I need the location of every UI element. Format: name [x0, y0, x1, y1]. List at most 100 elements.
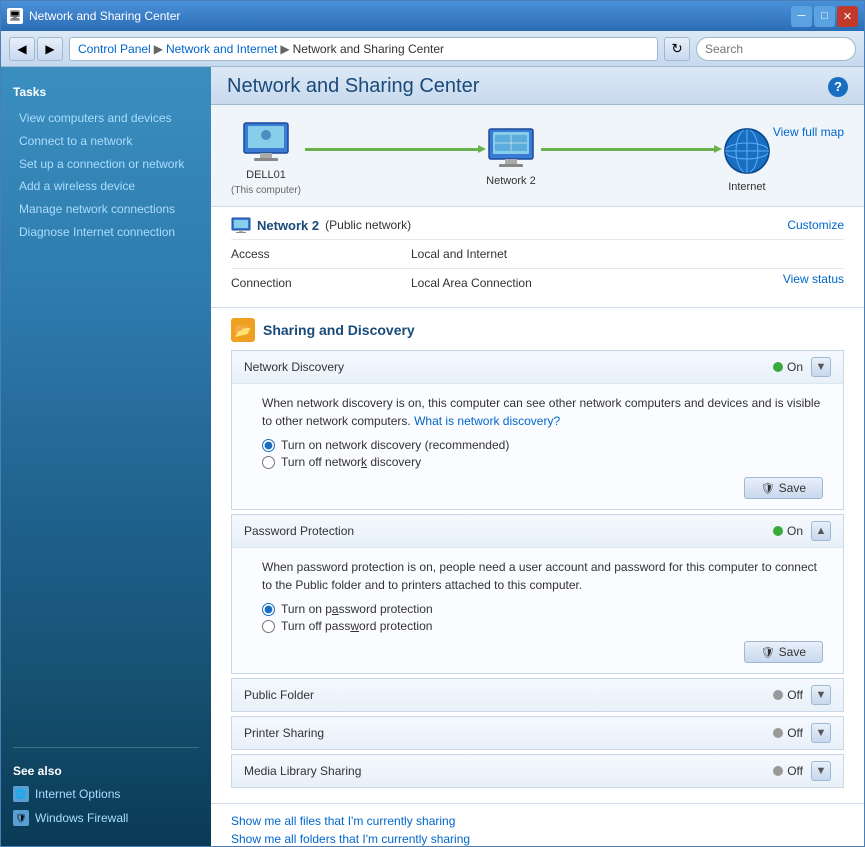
discovery-item-header-password[interactable]: Password Protection On ▲ [232, 515, 843, 547]
password-status: On [773, 524, 803, 538]
network-discovery-expand-btn[interactable]: ▼ [811, 357, 831, 377]
public-status-row: Off ▼ [773, 685, 831, 705]
what-is-network-discovery-link[interactable]: What is network discovery? [414, 414, 560, 428]
discovery-item-password: Password Protection On ▲ When password p… [231, 514, 844, 674]
discovery-body-password: When password protection is on, people n… [232, 547, 843, 673]
network-discovery-status-dot [773, 362, 783, 372]
network-type: (Public network) [325, 218, 411, 232]
media-status-dot [773, 766, 783, 776]
network-name-text: Network 2 [257, 218, 319, 233]
password-save-button[interactable]: 🛡 Save [744, 641, 823, 663]
breadcrumb-network-internet[interactable]: Network and Internet [166, 42, 277, 56]
access-label: Access [231, 243, 411, 265]
sidebar-item-manage[interactable]: Manage network connections [13, 198, 199, 221]
network-name: Network 2 (Public network) [231, 217, 411, 233]
show-files-link[interactable]: Show me all files that I'm currently sha… [231, 814, 844, 828]
nav-buttons: ◀ ▶ [9, 37, 63, 61]
printer-expand-btn[interactable]: ▼ [811, 723, 831, 743]
address-path[interactable]: Control Panel ▶ Network and Internet ▶ N… [69, 37, 658, 61]
window-title: Network and Sharing Center [29, 9, 180, 23]
network-discovery-status: On [773, 360, 803, 374]
connector-2 [537, 148, 721, 151]
discovery-save-row: 🛡 Save [262, 477, 823, 499]
sidebar-item-view-computers[interactable]: View computers and devices [13, 107, 199, 130]
node-network: Network 2 [485, 127, 537, 191]
customize-link[interactable]: Customize [787, 218, 844, 232]
minimize-button[interactable]: ─ [791, 6, 812, 27]
radio-on-password-input[interactable] [262, 603, 275, 616]
printer-status: Off [773, 726, 803, 740]
discovery-item-header-media[interactable]: Media Library Sharing Off ▼ [232, 755, 843, 787]
show-folders-link[interactable]: Show me all folders that I'm currently s… [231, 832, 844, 846]
sidebar: Tasks View computers and devices Connect… [1, 67, 211, 846]
network-name-row: Network 2 (Public network) Customize [231, 217, 844, 233]
sharing-icon: 📂 [231, 318, 255, 342]
access-value: Local and Internet [411, 243, 844, 265]
network-discovery-status-text: On [787, 360, 803, 374]
title-controls: ─ □ ✕ [791, 6, 858, 27]
maximize-button[interactable]: □ [814, 6, 835, 27]
password-status-row: On ▲ [773, 521, 831, 541]
radio-turn-off-discovery[interactable]: Turn off network discovery [262, 455, 823, 469]
radio-turn-on-discovery[interactable]: Turn on network discovery (recommended) [262, 438, 823, 452]
main-area: Tasks View computers and devices Connect… [1, 67, 864, 846]
discovery-status-row: On ▼ [773, 357, 831, 377]
network-info: Network 2 (Public network) Customize Acc… [211, 207, 864, 308]
discovery-item-printer: Printer Sharing Off ▼ [231, 716, 844, 750]
discovery-item-header-printer[interactable]: Printer Sharing Off ▼ [232, 717, 843, 749]
windows-firewall-label: Windows Firewall [35, 811, 128, 825]
help-icon[interactable]: ? [828, 77, 848, 97]
title-bar: 🖥 Network and Sharing Center ─ □ ✕ [1, 1, 864, 31]
media-status-row: Off ▼ [773, 761, 831, 781]
discovery-item-header-network[interactable]: Network Discovery On ▼ [232, 351, 843, 383]
radio-on-discovery-label: Turn on network discovery (recommended) [281, 438, 509, 452]
node-computer-sublabel: (This computer) [231, 185, 301, 196]
breadcrumb-control-panel[interactable]: Control Panel [78, 42, 151, 56]
search-input[interactable] [705, 42, 860, 56]
radio-turn-on-password[interactable]: Turn on password protection [262, 602, 823, 616]
discovery-save-label: Save [779, 481, 806, 495]
bottom-links: Show me all files that I'm currently sha… [211, 803, 864, 846]
sidebar-divider [13, 747, 199, 748]
node-internet-label: Internet [728, 181, 765, 193]
close-button[interactable]: ✕ [837, 6, 858, 27]
discovery-label-public: Public Folder [244, 688, 314, 702]
node-internet: Internet [721, 125, 773, 193]
main-window: 🖥 Network and Sharing Center ─ □ ✕ ◀ ▶ C… [0, 0, 865, 847]
password-status-dot [773, 526, 783, 536]
media-status: Off [773, 764, 803, 778]
radio-on-password-label: Turn on password protection [281, 602, 433, 616]
printer-status-text: Off [787, 726, 803, 740]
sidebar-item-connect[interactable]: Connect to a network [13, 130, 199, 153]
media-expand-btn[interactable]: ▼ [811, 761, 831, 781]
sidebar-item-internet-options[interactable]: 🌐 Internet Options [13, 784, 199, 804]
tasks-title: Tasks [13, 85, 199, 99]
see-also-title: See also [13, 764, 199, 778]
sidebar-item-wireless[interactable]: Add a wireless device [13, 175, 199, 198]
sidebar-item-diagnose[interactable]: Diagnose Internet connection [13, 221, 199, 244]
network-map: DELL01 (This computer) [211, 105, 864, 207]
globe-icon [721, 125, 773, 177]
sidebar-tasks: Tasks View computers and devices Connect… [1, 77, 211, 252]
radio-on-discovery-input[interactable] [262, 439, 275, 452]
password-save-icon: 🛡 [761, 646, 775, 659]
forward-button[interactable]: ▶ [37, 37, 63, 61]
search-box: 🔍 [696, 37, 856, 61]
connection-label: Connection [231, 272, 411, 294]
view-full-map-link[interactable]: View full map [773, 125, 844, 139]
sidebar-item-windows-firewall[interactable]: 🛡 Windows Firewall [13, 808, 199, 828]
password-expand-btn[interactable]: ▲ [811, 521, 831, 541]
radio-off-discovery-input[interactable] [262, 456, 275, 469]
sidebar-item-setup[interactable]: Set up a connection or network [13, 153, 199, 176]
back-button[interactable]: ◀ [9, 37, 35, 61]
public-expand-btn[interactable]: ▼ [811, 685, 831, 705]
radio-off-password-input[interactable] [262, 620, 275, 633]
refresh-button[interactable]: ↻ [664, 37, 690, 61]
public-status-dot [773, 690, 783, 700]
discovery-label-printer: Printer Sharing [244, 726, 324, 740]
view-status-link[interactable]: View status [783, 272, 844, 294]
discovery-save-button[interactable]: 🛡 Save [744, 477, 823, 499]
discovery-item-media: Media Library Sharing Off ▼ [231, 754, 844, 788]
discovery-item-header-public[interactable]: Public Folder Off ▼ [232, 679, 843, 711]
radio-turn-off-password[interactable]: Turn off password protection [262, 619, 823, 633]
